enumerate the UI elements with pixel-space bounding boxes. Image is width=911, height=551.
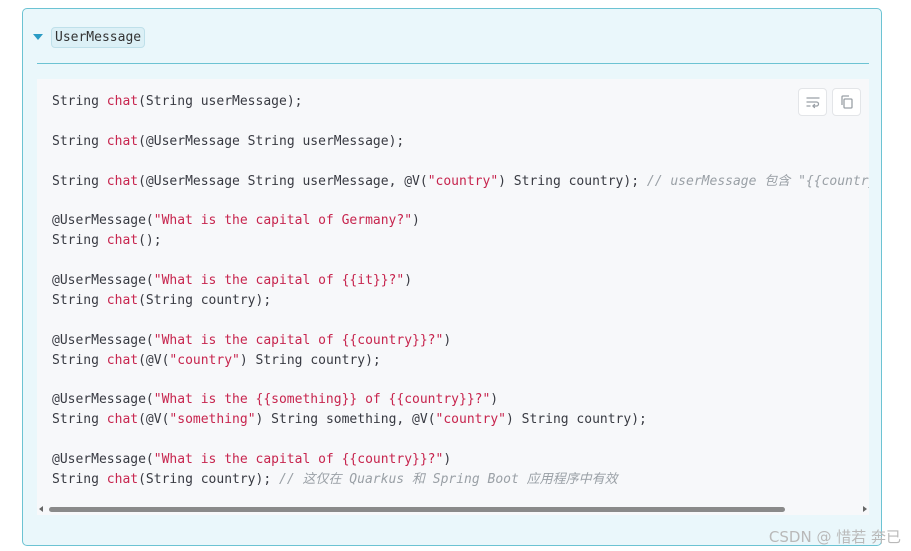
wrap-lines-icon bbox=[805, 97, 820, 109]
watermark: CSDN @ 惜若 奔已 bbox=[768, 528, 901, 546]
code-token: (@V( bbox=[138, 412, 170, 428]
code-token: // 这仅在 Quarkus 和 Spring Boot 应用程序中有效 bbox=[279, 471, 618, 487]
code-token: chat bbox=[106, 133, 139, 149]
code-line: @UserMessage("What is the capital of {{i… bbox=[52, 271, 869, 291]
code-token: String bbox=[52, 94, 107, 109]
horizontal-scrollbar[interactable] bbox=[37, 503, 869, 515]
code-line: String chat(@UserMessage String userMess… bbox=[52, 132, 869, 152]
code-token: ) String country); bbox=[498, 173, 647, 189]
scrollbar-thumb[interactable] bbox=[49, 507, 785, 512]
collapsible-panel: UserMessage String chat(String userMessa… bbox=[22, 8, 882, 546]
code-token: ) bbox=[443, 332, 452, 348]
code-token: String bbox=[52, 352, 107, 368]
code-block: String chat(String userMessage); String c… bbox=[37, 79, 869, 515]
code-line: String chat(); bbox=[52, 231, 869, 251]
code-token: String bbox=[52, 173, 107, 189]
code-token: ) bbox=[443, 452, 452, 468]
code-line: String chat(@V("something") String somet… bbox=[52, 410, 869, 430]
code-token: (String userMessage); bbox=[138, 94, 303, 109]
panel-header[interactable]: UserMessage bbox=[33, 26, 146, 48]
code-token: "What is the {{something}} of {{country}… bbox=[153, 392, 491, 408]
panel-title-tag: UserMessage bbox=[51, 26, 146, 48]
code-token: (String country); bbox=[138, 471, 279, 487]
copy-button[interactable] bbox=[832, 88, 861, 116]
code-token: @UserMessage( bbox=[52, 392, 154, 408]
code-token: "country" bbox=[169, 352, 240, 368]
code-token: "What is the capital of {{it}}?" bbox=[153, 273, 405, 289]
code-token: String bbox=[52, 292, 107, 308]
code-line: @UserMessage("What is the {{something}} … bbox=[52, 390, 869, 410]
code-token: ) String country); bbox=[239, 352, 381, 368]
wrap-lines-button[interactable] bbox=[798, 88, 827, 116]
code-line: @UserMessage("What is the capital of Ger… bbox=[52, 211, 869, 231]
code-token: chat bbox=[106, 173, 139, 189]
code-token: chat bbox=[106, 412, 139, 428]
code-token: @UserMessage( bbox=[52, 273, 154, 289]
code-token: ) bbox=[412, 213, 420, 229]
code-token: ) bbox=[490, 392, 499, 408]
code-token: (@UserMessage String userMessage, @V( bbox=[138, 173, 428, 189]
code-token: String bbox=[52, 233, 107, 249]
code-token: ) bbox=[404, 273, 413, 289]
code-content: String chat(String userMessage); String c… bbox=[52, 92, 869, 490]
code-token: String bbox=[52, 133, 107, 149]
code-token: (String country); bbox=[138, 292, 272, 308]
code-line: String chat(@V("country") String country… bbox=[52, 351, 869, 371]
code-token: "What is the capital of {{country}}?" bbox=[153, 452, 444, 468]
code-token: @UserMessage( bbox=[52, 213, 154, 229]
code-token: chat bbox=[106, 352, 139, 368]
code-line: String chat(String userMessage); bbox=[52, 92, 869, 112]
code-token: ) String country); bbox=[505, 412, 647, 428]
code-token: @UserMessage( bbox=[52, 332, 154, 348]
code-token: "What is the capital of {{country}}?" bbox=[153, 332, 444, 348]
code-token: chat bbox=[106, 233, 139, 249]
code-token: (@V( bbox=[138, 352, 170, 368]
code-token: "What is the capital of Germany?" bbox=[153, 213, 413, 229]
code-token: chat bbox=[106, 94, 139, 109]
code-token: String bbox=[52, 412, 107, 428]
code-token: chat bbox=[106, 471, 139, 487]
scroll-left-icon[interactable] bbox=[39, 506, 43, 512]
code-token: "something" bbox=[169, 412, 256, 428]
divider bbox=[37, 63, 869, 64]
code-token: "country" bbox=[427, 173, 499, 189]
code-token: chat bbox=[106, 292, 139, 308]
code-line: String chat(@UserMessage String userMess… bbox=[52, 172, 869, 192]
caret-down-icon[interactable] bbox=[33, 34, 43, 40]
code-line: String chat(String country); // 这仅在 Quar… bbox=[52, 470, 869, 490]
code-line: String chat(String country); bbox=[52, 291, 869, 311]
scroll-right-icon[interactable] bbox=[863, 506, 867, 512]
code-token: ) String something, @V( bbox=[255, 412, 436, 428]
code-line: @UserMessage("What is the capital of {{c… bbox=[52, 450, 869, 470]
code-token: "country" bbox=[435, 412, 506, 428]
code-token: @UserMessage( bbox=[52, 452, 154, 468]
code-token: (); bbox=[138, 233, 162, 249]
code-token: (@UserMessage String userMessage); bbox=[138, 133, 405, 149]
copy-icon bbox=[840, 95, 853, 109]
code-token: String bbox=[52, 471, 107, 487]
code-token: // userMessage 包含 "{{country}}" bbox=[646, 173, 869, 189]
code-line: @UserMessage("What is the capital of {{c… bbox=[52, 331, 869, 351]
